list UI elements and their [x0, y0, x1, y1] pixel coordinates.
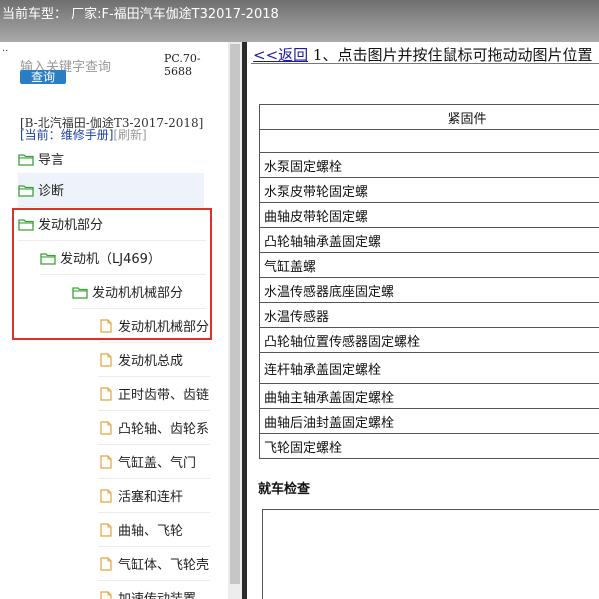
current-prefix: [当前： [20, 128, 61, 142]
divider-line [251, 63, 599, 64]
table-row: 曲轴皮带轮固定螺 [259, 202, 599, 228]
vehicle-title: 当前车型： 厂家:F-福田汽车伽途T32017-2018 [2, 7, 279, 22]
table-row: 水泵固定螺栓 [259, 152, 599, 178]
instruction-line: <<返回 1、点击图片并按住鼠标可拖动动图片位置 [253, 44, 592, 65]
page-icon [100, 522, 112, 537]
folder-icon [18, 153, 34, 166]
pc-code: PC.70-5688 [164, 52, 201, 78]
fastener-name-cell: 曲轴后油封盖固定螺栓 [259, 408, 599, 434]
table-row [259, 129, 599, 153]
current-line: [当前：维修手册][刷新] [20, 126, 147, 143]
tree-item-label: 曲轴、飞轮 [118, 524, 184, 539]
table-header-row: 紧固件 [259, 104, 599, 130]
page-icon [100, 590, 112, 599]
fastener-name-cell: 曲轴主轴承盖固定螺栓 [259, 383, 599, 409]
instruction-text: 1、点击图片并按住鼠标可拖动动图片位置 [308, 46, 593, 64]
page-icon [100, 386, 112, 401]
refresh-link[interactable]: [刷新] [113, 128, 146, 142]
page-icon [100, 488, 112, 503]
table-row: 凸轮轴轴承盖固定螺 [259, 227, 599, 253]
table-row: 水温传感器底座固定螺 [259, 277, 599, 303]
highlight-box [12, 208, 212, 340]
tree-item[interactable]: 气缸盖、气门 [98, 445, 210, 479]
table-row: 飞轮固定螺栓 [259, 433, 599, 459]
table-body: 水泵固定螺栓 水泵皮带轮固定螺 曲轴皮带轮固定螺 凸轮轴轴承盖固定螺 气缸盖螺 水温传感器… [259, 152, 599, 459]
page-icon [100, 454, 112, 469]
tree-item-label: 气缸盖、气门 [118, 456, 197, 471]
page-icon [100, 556, 112, 571]
tree-item[interactable]: 活塞和连杆 [98, 479, 210, 513]
tree-item-label: 气缸体、飞轮壳 [118, 558, 210, 573]
tree-item[interactable]: 发动机总成 [98, 343, 210, 377]
tree-item-label: 加速传动装置 [118, 588, 196, 599]
table-row: 水温传感器 [259, 302, 599, 328]
tree-item-label: 正时齿带、齿链 [118, 388, 210, 403]
fastener-name-cell: 水泵固定螺栓 [259, 152, 599, 178]
diagram-image[interactable] [262, 509, 599, 599]
drag-handle[interactable]: ·· [2, 46, 8, 57]
fastener-name-cell: 水泵皮带轮固定螺 [259, 177, 599, 203]
fastener-name-cell: 水温传感器 [259, 302, 599, 328]
table-row: 气缸盖螺 [259, 252, 599, 278]
content-panel: <<返回 1、点击图片并按住鼠标可拖动动图片位置 紧固件 水泵固定螺栓 水泵皮带轮… [247, 42, 599, 599]
table-row: 连杆轴承盖固定螺栓 [259, 352, 599, 384]
tree-item[interactable]: 气缸体、飞轮壳 [98, 547, 210, 581]
current-value[interactable]: 维修手册] [61, 128, 114, 142]
tree-item[interactable]: 导言 [18, 142, 204, 176]
page-icon [100, 420, 112, 435]
fastener-name-cell: 气缸盖螺 [259, 252, 599, 278]
table-row: 曲轴主轴承盖固定螺栓 [259, 383, 599, 409]
fastener-table: 紧固件 水泵固定螺栓 水泵皮带轮固定螺 曲轴皮带轮固定螺 凸轮轴轴承盖固定螺 气缸盖螺水… [259, 104, 599, 459]
table-row: 凸轮轴位置传感器固定螺栓 [259, 327, 599, 353]
table-row: 水泵皮带轮固定螺 [259, 177, 599, 203]
fastener-name-cell: 凸轮轴轴承盖固定螺 [259, 227, 599, 253]
fastener-name-cell: 凸轮轴位置传感器固定螺栓 [259, 327, 599, 353]
title-bar: 当前车型： 厂家:F-福田汽车伽途T32017-2018 [0, 0, 599, 42]
section-title: 就车检查 [258, 482, 311, 497]
fastener-name-cell: 飞轮固定螺栓 [259, 433, 599, 459]
table-header: 紧固件 [259, 104, 599, 130]
tree-item[interactable]: 凸轮轴、齿轮系 [98, 411, 210, 445]
tree-item-label: 诊断 [38, 184, 65, 199]
fastener-name-cell: 连杆轴承盖固定螺栓 [259, 352, 599, 384]
search-button[interactable]: 查询 [20, 70, 66, 84]
table-row: 曲轴后油封盖固定螺栓 [259, 408, 599, 434]
back-link[interactable]: <<返回 [253, 46, 308, 64]
table-cell [259, 129, 599, 153]
tree-item-label: 导言 [38, 153, 65, 168]
tree-item[interactable]: 加速传动装置 [98, 581, 210, 599]
fastener-name-cell: 曲轴皮带轮固定螺 [259, 202, 599, 228]
tree-item[interactable]: 正时齿带、齿链 [98, 377, 210, 411]
tree-item[interactable]: 诊断 [18, 173, 204, 207]
tree-item[interactable]: 曲轴、飞轮 [98, 513, 210, 547]
tree-item-label: 活塞和连杆 [118, 490, 184, 505]
fastener-name-cell: 水温传感器底座固定螺 [259, 277, 599, 303]
page-icon [100, 352, 112, 367]
tree-item-label: 凸轮轴、齿轮系 [118, 422, 210, 437]
folder-icon [18, 184, 34, 197]
tree-item-label: 发动机总成 [118, 354, 184, 369]
scroll-thumb[interactable] [230, 44, 240, 584]
